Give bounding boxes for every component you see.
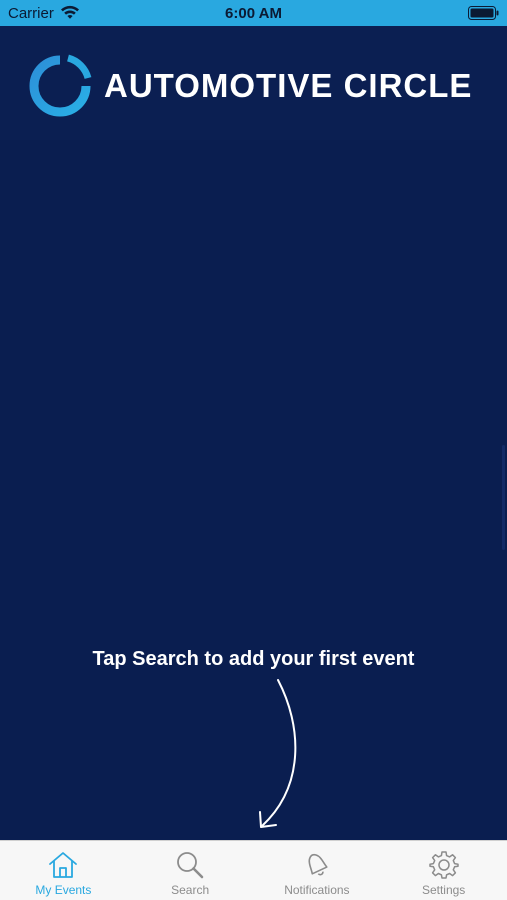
app-logo: AUTOMOTIVE CIRCLE xyxy=(28,54,472,118)
tab-bar: My Events Search Notifications Settings xyxy=(0,840,507,900)
gear-icon xyxy=(428,851,459,879)
tab-label: Notifications xyxy=(284,883,350,897)
logo-text: AUTOMOTIVE CIRCLE xyxy=(104,67,473,104)
tab-label: My Events xyxy=(35,883,92,897)
magnifier-icon xyxy=(177,852,204,879)
circle-logo-icon xyxy=(29,54,92,117)
tab-label: Settings xyxy=(421,883,466,897)
scroll-indicator xyxy=(502,445,505,550)
curved-arrow-down-icon xyxy=(259,679,297,828)
bell-icon xyxy=(308,853,328,876)
house-icon xyxy=(49,852,78,878)
status-time: 6:00 AM xyxy=(225,5,282,22)
status-bar: Carrier 6:00 AM xyxy=(0,0,507,26)
tab-search[interactable]: Search xyxy=(127,841,254,900)
tab-label: Search xyxy=(171,883,210,897)
empty-state-hint: Tap Search to add your first event xyxy=(92,648,415,670)
tab-settings[interactable]: Settings xyxy=(380,841,507,900)
battery-icon xyxy=(468,6,499,20)
app-screen: Carrier 6:00 AM AUTOMOTIVE CIRCLE Tap Se… xyxy=(0,0,507,900)
tab-my-events[interactable]: My Events xyxy=(0,841,127,900)
tab-notifications[interactable]: Notifications xyxy=(254,841,381,900)
